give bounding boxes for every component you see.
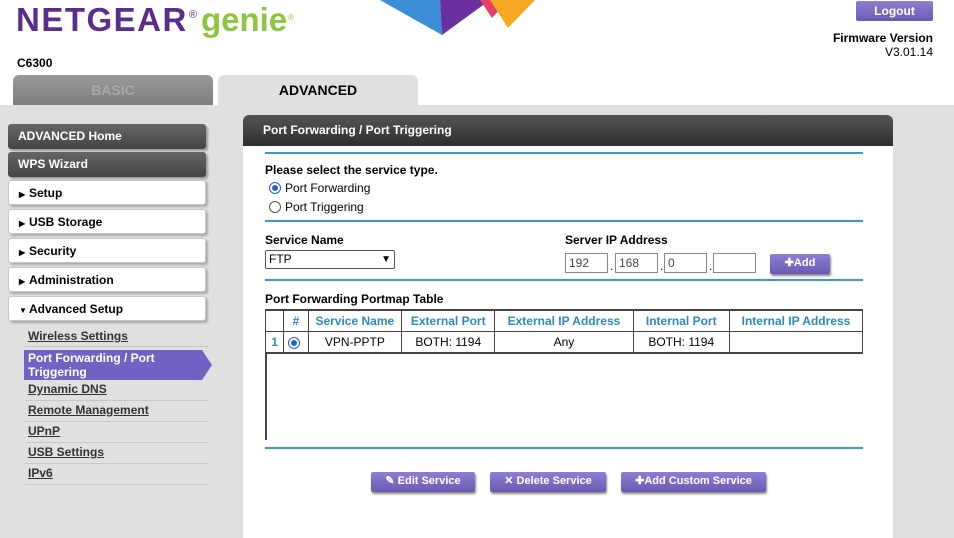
add-button[interactable]: ✚Add — [770, 254, 830, 274]
divider — [25, 400, 208, 401]
sub-item-dynamic-dns[interactable]: Dynamic DNS — [28, 382, 107, 396]
ip-dot: . — [709, 259, 713, 273]
divider — [25, 421, 208, 422]
sub-item-ipv6[interactable]: IPv6 — [28, 466, 53, 480]
row-service-name: VPN-PPTP — [307, 331, 403, 354]
close-icon: ✕ — [504, 475, 514, 487]
radio-unselected-icon[interactable] — [269, 201, 281, 213]
sub-item-port-forwarding[interactable]: Port Forwarding / Port Triggering — [28, 350, 198, 379]
col-header-internal-ip: Internal IP Address — [728, 309, 864, 332]
expand-right-icon: ▶ — [19, 277, 26, 286]
row-index: 1 — [264, 331, 285, 354]
select-value: FTP — [269, 252, 292, 266]
brand-netgear: NETGEAR — [16, 1, 188, 38]
divider — [25, 442, 208, 443]
add-custom-service-label: Add Custom Service — [644, 475, 752, 487]
sidebar-item-security[interactable]: ▶ Security — [8, 238, 206, 263]
table-empty-area — [265, 352, 863, 440]
sub-item-usb-settings[interactable]: USB Settings — [28, 445, 104, 459]
expand-right-icon: ▶ — [19, 190, 26, 199]
option-label: Port Triggering — [285, 200, 364, 214]
divider — [25, 346, 208, 347]
brand-genie-mark: ® — [288, 13, 295, 22]
ip-dot: . — [610, 259, 614, 273]
firmware-version: V3.01.14 — [884, 45, 933, 59]
logout-button[interactable]: Logout — [856, 1, 933, 21]
panel-title: Port Forwarding / Port Triggering — [243, 115, 893, 146]
sub-item-wireless-settings[interactable]: Wireless Settings — [28, 329, 128, 343]
sidebar-advanced-home[interactable]: ADVANCED Home — [8, 124, 206, 149]
radio-selected-icon[interactable] — [287, 336, 300, 349]
add-button-label: Add — [793, 257, 816, 269]
pencil-icon: ✎ — [385, 475, 395, 487]
divider — [25, 463, 208, 464]
row-external-port: BOTH: 1194 — [401, 331, 496, 354]
sub-item-remote-management[interactable]: Remote Management — [28, 403, 149, 417]
edit-service-label: Edit Service — [397, 475, 461, 487]
col-header-index — [264, 309, 285, 332]
netgear-genie-logo: NETGEAR ® genie ® — [16, 0, 294, 40]
option-port-forwarding[interactable]: Port Forwarding — [269, 181, 370, 195]
delete-service-button[interactable]: ✕ Delete Service — [490, 472, 606, 492]
service-name-select[interactable]: FTP ▼ — [265, 250, 395, 269]
sidebar-item-label: Setup — [29, 186, 63, 200]
ip-octet-2[interactable]: 168 — [615, 253, 658, 273]
plus-icon: ✚ — [635, 475, 645, 487]
server-ip-label: Server IP Address — [565, 233, 668, 247]
expand-right-icon: ▶ — [19, 219, 26, 228]
ip-octet-4[interactable] — [713, 253, 756, 273]
divider — [25, 484, 208, 485]
brand-genie: genie — [200, 1, 288, 38]
portmap-table: # Service Name External Port External IP… — [264, 309, 864, 354]
logo-triangles-graphic — [380, 0, 535, 35]
firmware-label: Firmware Version — [832, 31, 933, 45]
sidebar-item-setup[interactable]: ▶ Setup — [8, 180, 206, 205]
sub-item-upnp[interactable]: UPnP — [28, 424, 60, 438]
option-port-triggering[interactable]: Port Triggering — [269, 200, 364, 214]
plus-icon: ✚ — [784, 257, 794, 269]
sidebar-item-advanced-setup[interactable]: ▼ Advanced Setup — [8, 296, 206, 321]
service-type-prompt: Please select the service type. — [265, 163, 438, 177]
col-header-service-name: Service Name — [307, 309, 403, 332]
option-label: Port Forwarding — [285, 181, 371, 195]
divider — [265, 447, 863, 449]
sidebar-item-label: Administration — [29, 273, 114, 287]
row-external-ip: Any — [494, 331, 634, 354]
col-header-internal-port: Internal Port — [632, 309, 730, 332]
divider — [265, 220, 863, 222]
table-header-row: # Service Name External Port External IP… — [264, 309, 864, 332]
expand-down-icon: ▼ — [19, 306, 27, 315]
col-header-hash: # — [283, 309, 309, 332]
chevron-down-icon: ▼ — [381, 254, 391, 265]
sidebar-item-administration[interactable]: ▶ Administration — [8, 267, 206, 292]
add-custom-service-button[interactable]: ✚Add Custom Service — [621, 472, 766, 492]
model-name: C6300 — [17, 56, 53, 70]
divider — [265, 152, 863, 154]
divider — [265, 279, 863, 281]
edit-service-button[interactable]: ✎ Edit Service — [371, 472, 475, 492]
sidebar-wps-wizard[interactable]: WPS Wizard — [8, 152, 206, 177]
row-internal-port: BOTH: 1194 — [632, 331, 730, 354]
sidebar-item-label: Security — [29, 244, 77, 258]
tab-basic[interactable]: BASIC — [13, 75, 213, 105]
ip-dot: . — [660, 259, 664, 273]
expand-right-icon: ▶ — [19, 248, 26, 257]
col-header-external-port: External Port — [401, 309, 496, 332]
main-panel: Port Forwarding / Port Triggering Please… — [243, 115, 893, 538]
sidebar-item-label: USB Storage — [29, 215, 103, 229]
service-name-label: Service Name — [265, 233, 344, 247]
sidebar-item-label: Advanced Setup — [29, 302, 124, 316]
radio-selected-icon[interactable] — [269, 182, 281, 194]
tab-advanced[interactable]: ADVANCED — [218, 75, 418, 105]
table-title: Port Forwarding Portmap Table — [265, 292, 444, 306]
sidebar-item-usb-storage[interactable]: ▶ USB Storage — [8, 209, 206, 234]
ip-octet-1[interactable]: 192 — [565, 253, 608, 273]
row-select-radio[interactable] — [283, 331, 309, 354]
table-row[interactable]: 1 VPN-PPTP BOTH: 1194 Any BOTH: 1194 — [264, 331, 864, 354]
brand-registered-mark: ® — [188, 9, 197, 21]
row-internal-ip — [728, 331, 864, 354]
delete-service-label: Delete Service — [516, 475, 592, 487]
col-header-external-ip: External IP Address — [494, 309, 634, 332]
ip-octet-3[interactable]: 0 — [664, 253, 707, 273]
